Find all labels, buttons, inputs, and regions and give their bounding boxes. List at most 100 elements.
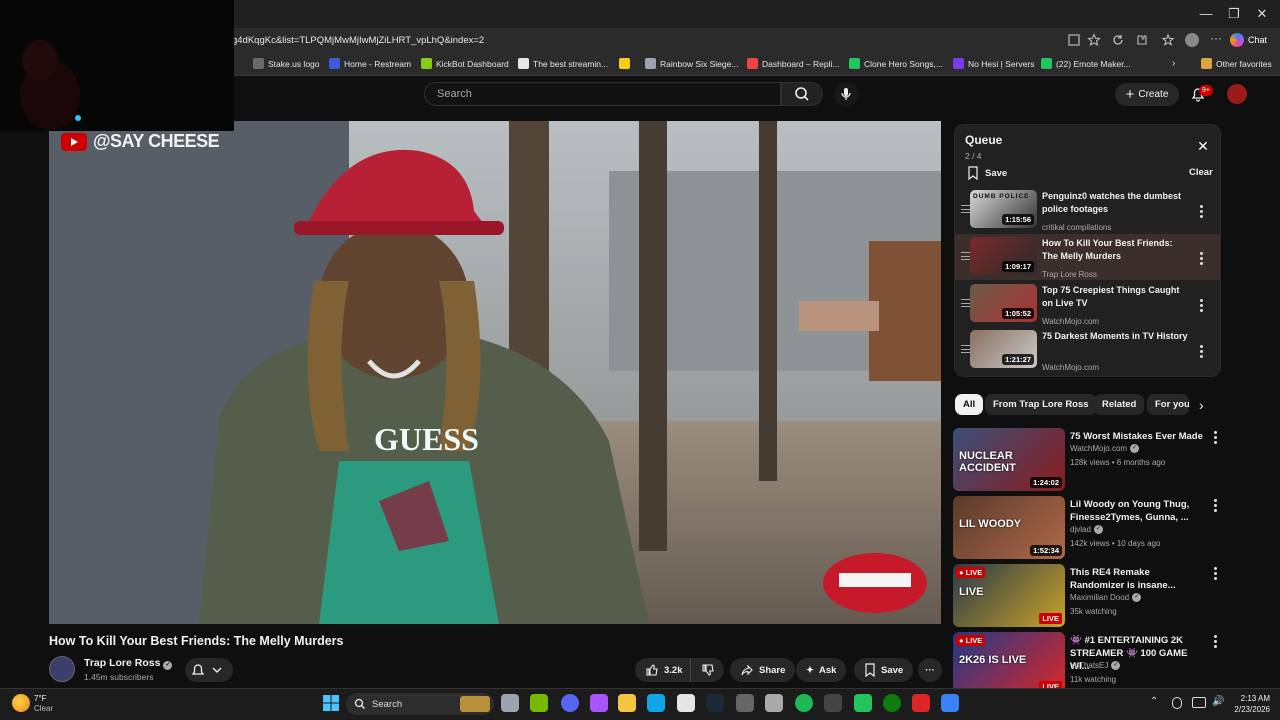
- bookmark-item[interactable]: Rainbow Six Siege...: [645, 55, 738, 72]
- spotify-icon[interactable]: [795, 694, 813, 712]
- related-channel[interactable]: WatchMojo.com ✓: [1070, 444, 1140, 453]
- refresh-icon[interactable]: [1111, 33, 1125, 47]
- app-b-icon[interactable]: [854, 694, 872, 712]
- app-red-icon[interactable]: [912, 694, 930, 712]
- queue-thumbnail[interactable]: DUMB POLICE 1:15:56: [970, 190, 1037, 228]
- address-bar-url[interactable]: g4dKqgKc&list=TLPQMjMwMjIwMjZiLHRT_vpLhQ…: [232, 35, 484, 46]
- filter-chip[interactable]: For you: [1147, 394, 1189, 415]
- close-window-icon[interactable]: ✕: [1254, 6, 1270, 22]
- video-player[interactable]: @SAY CHEESE GUESS: [49, 121, 941, 624]
- volume-tray-icon[interactable]: 🔊: [1212, 696, 1224, 707]
- bookmark-item[interactable]: [619, 55, 634, 72]
- create-button[interactable]: + Create: [1115, 83, 1179, 106]
- file-explorer-icon[interactable]: [618, 694, 636, 712]
- more-vert-icon[interactable]: [1214, 635, 1218, 649]
- related-thumbnail[interactable]: NUCLEAR ACCIDENT 1:24:02: [953, 428, 1065, 491]
- bookmark-item[interactable]: (22) Emote Maker...: [1041, 55, 1131, 72]
- favorites-icon[interactable]: [1161, 33, 1175, 47]
- minimize-icon[interactable]: —: [1198, 6, 1214, 22]
- more-actions-button[interactable]: ···: [918, 658, 942, 682]
- copilot-icon[interactable]: [590, 694, 608, 712]
- more-vert-icon[interactable]: [1200, 205, 1204, 219]
- related-video[interactable]: NUCLEAR ACCIDENT 1:24:02 75 Worst Mistakes…: [953, 428, 1223, 492]
- queue-thumbnail[interactable]: 1:21:27: [970, 330, 1037, 368]
- store-icon[interactable]: [677, 694, 695, 712]
- related-channel[interactable]: YoThatsEJ ✓: [1070, 661, 1121, 670]
- obs-icon[interactable]: [736, 694, 754, 712]
- chips-next-icon[interactable]: ›: [1199, 398, 1211, 412]
- bookmark-item[interactable]: Clone Hero Songs,...: [849, 55, 943, 72]
- bookmark-item[interactable]: Stake.us logo: [253, 55, 320, 72]
- share-button[interactable]: Share: [730, 658, 796, 682]
- channel-avatar[interactable]: [49, 656, 75, 682]
- more-vert-icon[interactable]: [1214, 431, 1218, 445]
- queue-thumbnail[interactable]: 1:05:52: [970, 284, 1037, 322]
- more-vert-icon[interactable]: [1214, 567, 1218, 581]
- app-available-icon[interactable]: [1067, 33, 1081, 47]
- drag-handle-icon[interactable]: [961, 345, 970, 353]
- subscription-bell-button[interactable]: [185, 658, 233, 682]
- related-channel[interactable]: Maximilian Dood ✓: [1070, 593, 1142, 602]
- close-queue-icon[interactable]: ✕: [1196, 139, 1210, 153]
- queue-item[interactable]: 1:21:27 75 Darkest Moments in TV History W…: [955, 327, 1220, 373]
- microphone-tray-icon[interactable]: [1172, 697, 1182, 709]
- copilot-chat-button[interactable]: Chat: [1230, 31, 1276, 49]
- queue-save-button[interactable]: Save: [967, 166, 1007, 180]
- bookmark-item[interactable]: KickBot Dashboard: [421, 55, 509, 72]
- bookmark-item[interactable]: Dashboard – Repli...: [747, 55, 840, 72]
- queue-clear-button[interactable]: Clear: [1189, 167, 1213, 178]
- account-avatar[interactable]: [1227, 84, 1247, 104]
- drag-handle-icon[interactable]: [961, 299, 970, 307]
- maximize-icon[interactable]: ❐: [1226, 6, 1242, 22]
- favorite-star-icon[interactable]: [1087, 33, 1101, 47]
- more-vert-icon[interactable]: [1214, 499, 1218, 513]
- related-video[interactable]: 2K26 IS LIVE ● LIVE LIVE 👾 #1 ENTERTAINING …: [953, 632, 1223, 688]
- bookmark-item[interactable]: No Hesi | Servers: [953, 55, 1034, 72]
- bookmark-item[interactable]: The best streamin...: [518, 55, 608, 72]
- steam-icon[interactable]: [706, 694, 724, 712]
- system-clock[interactable]: 2:13 AM 2/23/2026: [1228, 693, 1270, 715]
- filter-chip[interactable]: All: [955, 394, 984, 415]
- related-channel[interactable]: djvlad ✓: [1070, 525, 1103, 534]
- related-thumbnail[interactable]: 2K26 IS LIVE ● LIVE LIVE: [953, 632, 1065, 688]
- queue-item[interactable]: 1:09:17 How To Kill Your Best Friends: Th…: [955, 234, 1220, 280]
- more-vert-icon[interactable]: [1200, 345, 1204, 359]
- voice-search-button[interactable]: [834, 82, 858, 106]
- tray-overflow-icon[interactable]: ⌃: [1150, 696, 1158, 707]
- network-tray-icon[interactable]: [1192, 697, 1206, 708]
- profile-icon[interactable]: [1185, 33, 1199, 47]
- 4k-downloader-icon[interactable]: [824, 694, 842, 712]
- other-favorites[interactable]: Other favorites: [1201, 55, 1272, 72]
- discord-icon[interactable]: [561, 694, 579, 712]
- edge-icon[interactable]: [647, 694, 665, 712]
- nvidia-icon[interactable]: [530, 694, 548, 712]
- filter-chip[interactable]: From Trap Lore Ross: [985, 394, 1097, 415]
- browser-menu-icon[interactable]: ···: [1210, 32, 1224, 47]
- dislike-button[interactable]: [690, 658, 724, 682]
- bookmarks-overflow-icon[interactable]: ›: [1172, 55, 1175, 72]
- drag-handle-icon[interactable]: [961, 205, 970, 213]
- search-input[interactable]: Search: [424, 82, 781, 106]
- channel-name[interactable]: Trap Lore Ross ✓: [84, 657, 173, 670]
- save-button[interactable]: Save: [854, 658, 914, 682]
- related-video[interactable]: LIL WOODY 1:52:34 Lil Woody on Young Thug,…: [953, 496, 1223, 560]
- search-button[interactable]: [781, 82, 823, 106]
- taskbar-search[interactable]: Search: [346, 693, 494, 715]
- drag-handle-icon[interactable]: [961, 252, 970, 260]
- related-thumbnail[interactable]: LIVE ● LIVE LIVE: [953, 564, 1065, 627]
- queue-item[interactable]: DUMB POLICE 1:15:56 Penguinz0 watches the …: [955, 187, 1220, 233]
- more-vert-icon[interactable]: [1200, 299, 1204, 313]
- bookmark-item[interactable]: Home - Restream: [329, 55, 411, 72]
- related-video[interactable]: LIVE ● LIVE LIVE This RE4 Remake Randomizer…: [953, 564, 1223, 628]
- ask-button[interactable]: ✦ Ask: [796, 658, 847, 682]
- related-thumbnail[interactable]: LIL WOODY 1:52:34: [953, 496, 1065, 559]
- extensions-icon[interactable]: [1135, 33, 1149, 47]
- filter-chip[interactable]: Related: [1094, 394, 1145, 415]
- weather-widget[interactable]: 7°F Clear: [34, 694, 53, 714]
- xbox-icon[interactable]: [883, 694, 901, 712]
- more-vert-icon[interactable]: [1200, 252, 1204, 266]
- like-button[interactable]: 3.2k: [635, 658, 690, 682]
- windows-start-icon[interactable]: [322, 694, 340, 712]
- queue-thumbnail[interactable]: 1:09:17: [970, 237, 1037, 275]
- app-blue-icon[interactable]: [941, 694, 959, 712]
